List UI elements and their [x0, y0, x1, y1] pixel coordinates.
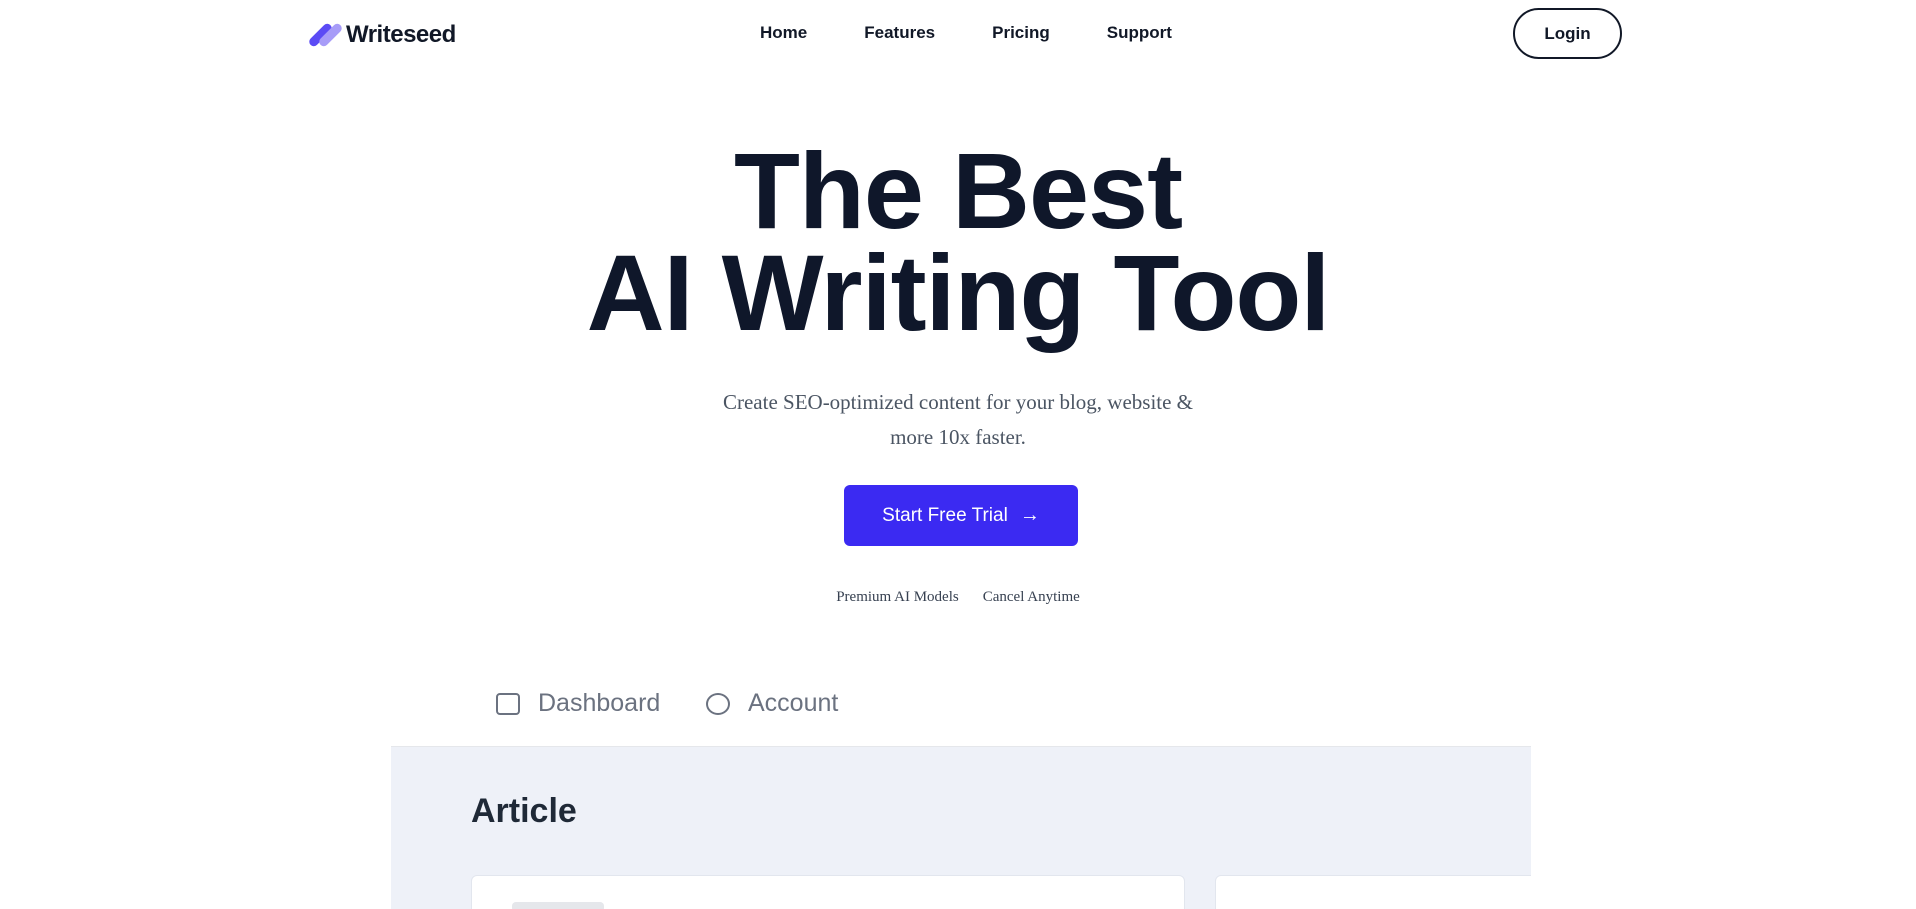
feature-cancel-anytime: Cancel Anytime	[982, 589, 1080, 605]
nav-item-support[interactable]: Support	[1107, 22, 1172, 44]
arrow-right-icon: →	[1019, 504, 1040, 526]
preview-tab-account: Account	[706, 689, 838, 718]
brand-name: Writeseed	[346, 21, 456, 48]
hero-title: The Best AI Writing Tool	[0, 130, 1916, 353]
preview-tab-label: Dashboard	[538, 689, 661, 717]
preview-card	[1215, 875, 1531, 909]
hero-subtitle-line-2: more 10x faster.	[890, 425, 1026, 449]
start-free-trial-button[interactable]: Start Free Trial →	[844, 485, 1078, 546]
feature-premium-ai-models: Premium AI Models	[836, 589, 959, 605]
placeholder-chip	[512, 902, 604, 909]
hero-subtitle: Create SEO-optimized content for your bl…	[0, 385, 1916, 455]
cta-label: Start Free Trial	[882, 504, 1008, 526]
hero-title-line-2: AI Writing Tool	[586, 232, 1331, 353]
brand-logo[interactable]: Writeseed	[307, 21, 456, 49]
main-nav: Home Features Pricing Support	[760, 22, 1229, 44]
hero-title-line-1: The Best	[733, 130, 1183, 251]
writeseed-logo-icon	[307, 21, 344, 49]
login-button[interactable]: Login	[1513, 8, 1622, 59]
preview-tab-dashboard: Dashboard	[496, 689, 660, 718]
dashboard-preview: Dashboard Account Article	[391, 680, 1531, 909]
nav-item-home[interactable]: Home	[760, 22, 807, 44]
hero-subtitle-line-1: Create SEO-optimized content for your bl…	[722, 390, 1194, 414]
preview-tab-label: Account	[748, 689, 839, 717]
landing-page: Writeseed Home Features Pricing Support …	[0, 0, 1916, 909]
preview-body: Article	[391, 747, 1531, 909]
dashboard-icon	[496, 692, 520, 715]
nav-item-features[interactable]: Features	[864, 22, 935, 44]
feature-list: Premium AI Models Cancel Anytime	[0, 589, 1916, 606]
preview-card	[471, 875, 1185, 909]
nav-item-pricing[interactable]: Pricing	[992, 22, 1050, 44]
account-icon	[706, 692, 730, 715]
preview-section-title: Article	[471, 792, 577, 830]
preview-tab-bar: Dashboard Account	[391, 680, 1531, 747]
